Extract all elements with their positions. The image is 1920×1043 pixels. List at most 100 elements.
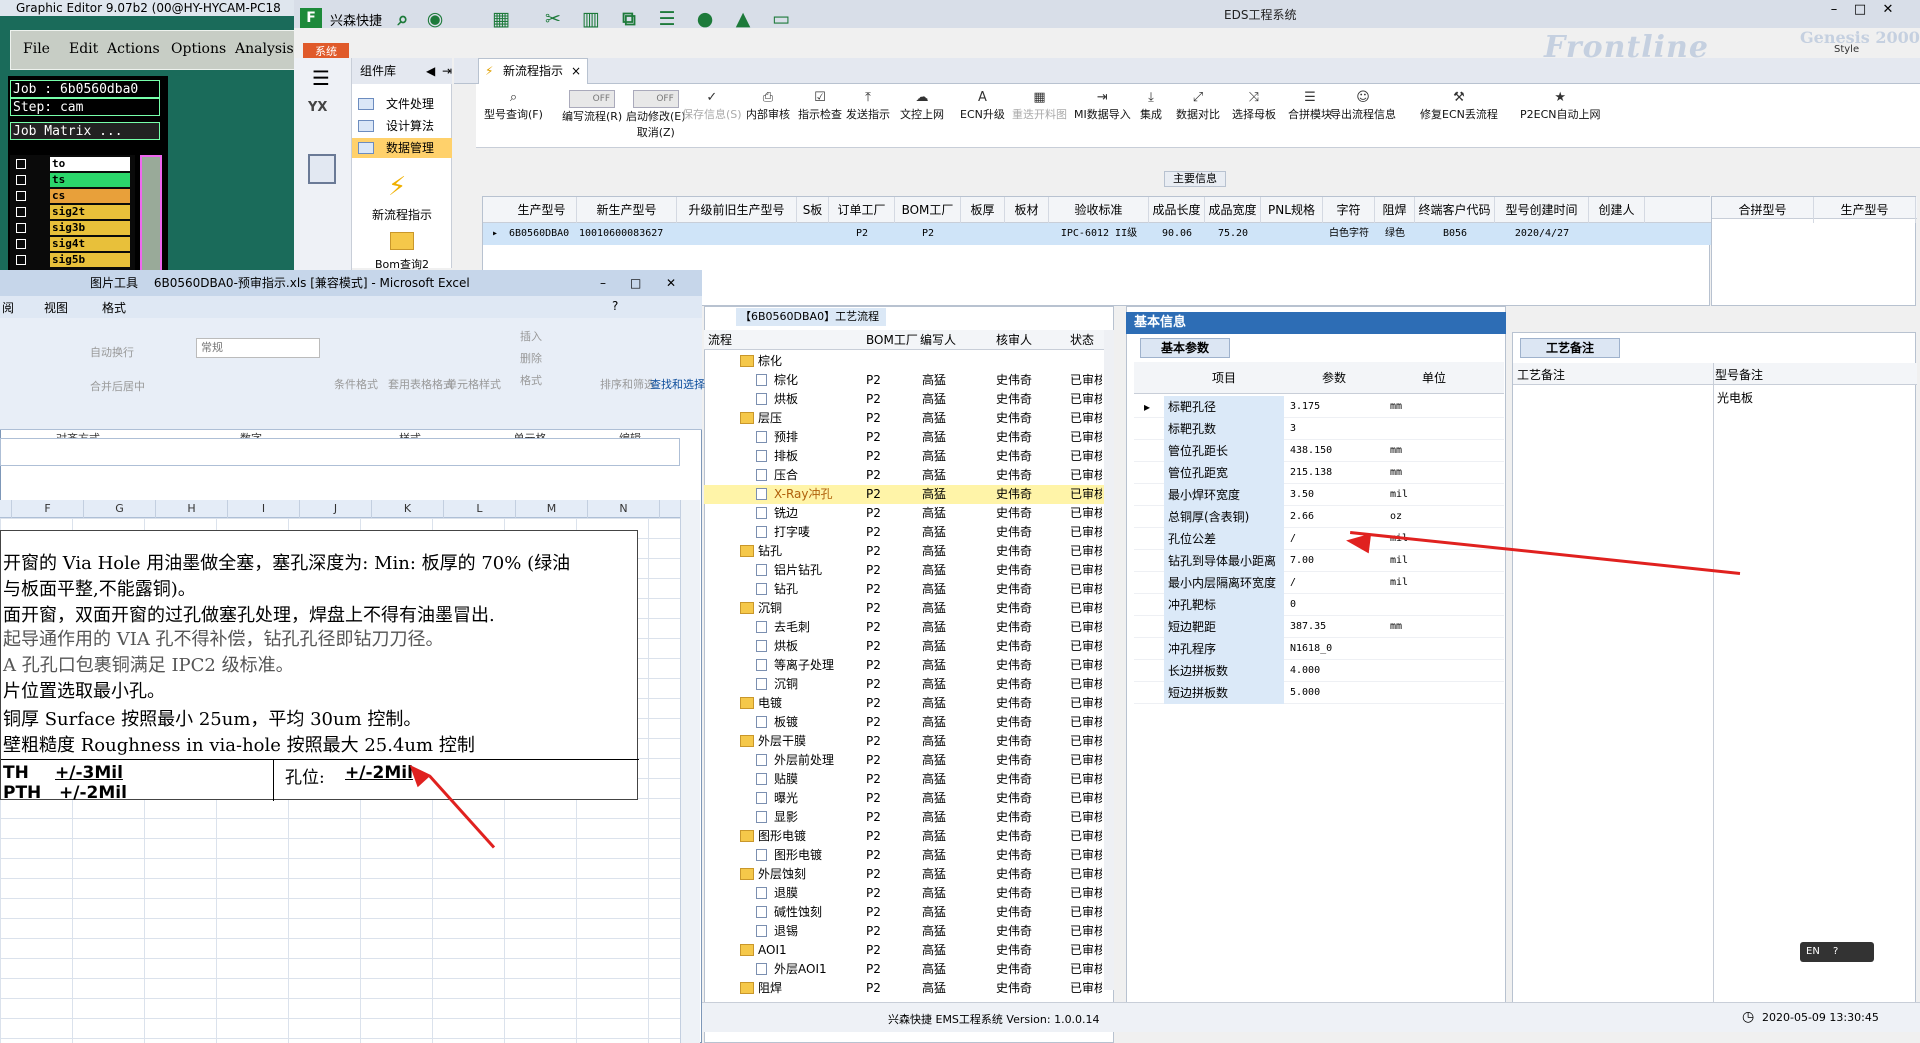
list-item[interactable]: 棕化 P2 高猛 史伟奇 已审核 xyxy=(704,371,1104,390)
ribbon-button[interactable]: ⤓ 集成 xyxy=(1140,90,1162,122)
param-value[interactable]: 438.150 xyxy=(1284,440,1382,462)
layer-row[interactable]: to xyxy=(12,157,134,172)
table-row[interactable]: 短边拼板数 5.000 xyxy=(1134,682,1504,704)
table-row[interactable]: 6B0560DBA0 10010600083627 P2 P2 IPC-6012 II级… xyxy=(483,223,1711,245)
film-icon[interactable]: ▥ xyxy=(580,8,602,30)
list-item[interactable]: 图形电镀 P2 高猛 史伟奇 已审核 xyxy=(704,846,1104,865)
list-item[interactable]: 外层AOI1 P2 高猛 史伟奇 已审核 xyxy=(704,960,1104,979)
column-header[interactable]: 成品宽度 xyxy=(1205,197,1261,223)
column-header[interactable]: J xyxy=(300,500,372,518)
table-row[interactable]: 长边拼板数 4.000 xyxy=(1134,660,1504,682)
list-item[interactable]: 退膜 P2 高猛 史伟奇 已审核 xyxy=(704,884,1104,903)
chevron-left-icon[interactable]: ◀ xyxy=(426,64,435,78)
table-cell[interactable]: P2 xyxy=(895,223,961,245)
column-header[interactable]: 终端客户代码 xyxy=(1415,197,1495,223)
table-cell[interactable] xyxy=(1005,223,1049,245)
ribbon-button[interactable]: ▦ 重迭开料图 xyxy=(1012,90,1067,122)
list-item[interactable]: 板镀 P2 高猛 史伟奇 已审核 xyxy=(704,713,1104,732)
format-button[interactable]: 格式 xyxy=(520,372,542,388)
column-header[interactable]: M xyxy=(516,500,588,518)
list-item[interactable]: 压合 P2 高猛 史伟奇 已审核 xyxy=(704,466,1104,485)
column-header[interactable]: 新生产型号 xyxy=(577,197,677,223)
menu-options[interactable]: Options xyxy=(171,41,226,57)
list-item[interactable]: 烘板 P2 高猛 史伟奇 已审核 xyxy=(704,390,1104,409)
menu-edit[interactable]: Edit xyxy=(69,41,98,57)
model-remark-value[interactable]: 光电板 xyxy=(1717,389,1753,406)
list-item[interactable]: 碱性蚀刻 P2 高猛 史伟奇 已审核 xyxy=(704,903,1104,922)
table-cell[interactable]: 90.06 xyxy=(1149,223,1205,245)
formula-bar[interactable] xyxy=(0,438,680,466)
param-value[interactable]: 3 xyxy=(1284,418,1382,440)
calculator-icon[interactable] xyxy=(308,154,336,184)
list-item[interactable]: AOI1 P2 高猛 史伟奇 已审核 xyxy=(704,941,1104,960)
column-header[interactable]: 订单工厂 xyxy=(829,197,895,223)
globe-icon[interactable]: ◉ xyxy=(424,8,446,30)
tab-basic-params[interactable]: 基本参数 xyxy=(1140,338,1230,358)
column-header[interactable]: 板厚 xyxy=(961,197,1005,223)
list-item[interactable]: 等离子处理 P2 高猛 史伟奇 已审核 xyxy=(704,656,1104,675)
menu-actions[interactable]: Actions xyxy=(107,41,160,57)
ribbon-button[interactable]: ☁ 文控上网 xyxy=(900,90,944,122)
ribbon-button[interactable]: A ECN升级 xyxy=(960,90,1005,122)
maximize-icon[interactable]: □ xyxy=(630,270,641,296)
column-header[interactable]: H xyxy=(156,500,228,518)
column-header[interactable]: 生产型号 xyxy=(507,197,577,223)
list-item[interactable]: 外层干膜 P2 高猛 史伟奇 已审核 xyxy=(704,732,1104,751)
ribbon-button[interactable]: OFF 编写流程(R) xyxy=(562,90,622,124)
table-cell[interactable] xyxy=(1589,223,1645,245)
layer-row[interactable]: cs xyxy=(12,189,134,204)
list-item[interactable]: 贴膜 P2 高猛 史伟奇 已审核 xyxy=(704,770,1104,789)
user-icon[interactable]: ● xyxy=(694,8,716,30)
column-header[interactable]: 项目 xyxy=(1164,362,1284,394)
ribbon-button[interactable]: ✓ 保存信息(S) xyxy=(682,90,742,122)
layer-row[interactable]: sig4t xyxy=(12,237,134,252)
list-item[interactable]: 预排 P2 高猛 史伟奇 已审核 xyxy=(704,428,1104,447)
column-header[interactable]: 成品长度 xyxy=(1149,197,1205,223)
delete-button[interactable]: 删除 xyxy=(520,350,542,366)
new-flow-link[interactable]: 新流程指示 xyxy=(362,206,442,223)
layer-checkbox[interactable] xyxy=(16,255,26,265)
column-header[interactable]: 阻焊 xyxy=(1375,197,1415,223)
table-cell[interactable] xyxy=(961,223,1005,245)
list-item[interactable]: 层压 P2 高猛 史伟奇 已审核 xyxy=(704,409,1104,428)
list-item[interactable]: 外层前处理 P2 高猛 史伟奇 已审核 xyxy=(704,751,1104,770)
layer-checkbox[interactable] xyxy=(16,239,26,249)
table-row[interactable]: 短边靶距 387.35 mm xyxy=(1134,616,1504,638)
table-row[interactable]: 最小焊环宽度 3.50 mil xyxy=(1134,484,1504,506)
close-icon[interactable]: ✕ xyxy=(666,270,676,296)
column-header[interactable]: 字符 xyxy=(1323,197,1375,223)
sort-filter-button[interactable]: 排序和筛选 xyxy=(600,376,655,392)
menu-file[interactable]: File xyxy=(23,41,50,57)
tab-process-remark[interactable]: 工艺备注 xyxy=(1520,338,1620,358)
column-header[interactable]: 核审人 xyxy=(996,330,1032,350)
table-cell[interactable]: 6B0560DBA0 xyxy=(507,223,577,245)
folder-icon[interactable] xyxy=(390,232,414,250)
ribbon-button[interactable]: ⚒ 修复ECN丢流程 xyxy=(1420,90,1498,122)
column-header[interactable]: 编写人 xyxy=(920,330,956,350)
column-header[interactable]: 单位 xyxy=(1384,362,1484,394)
list-item[interactable]: 铣边 P2 高猛 史伟奇 已审核 xyxy=(704,504,1104,523)
param-value[interactable]: / xyxy=(1284,572,1382,594)
list-item[interactable]: 阻焊 P2 高猛 史伟奇 已审核 xyxy=(704,979,1104,998)
column-header[interactable]: E xyxy=(0,500,12,518)
ribbon-button[interactable]: ⇥ MI数据导入 xyxy=(1074,90,1131,122)
table-row[interactable]: ▸ 标靶孔径 3.175 mm xyxy=(1134,396,1504,418)
tab-view[interactable]: 视图 xyxy=(44,299,68,316)
param-value[interactable]: 387.35 xyxy=(1284,616,1382,638)
chart-icon[interactable]: ▲ xyxy=(732,8,754,30)
embedded-note-picture[interactable]: 开窗的 Via Hole 用油墨做全塞，塞孔深度为: Min: 板厚的 70% … xyxy=(0,530,639,803)
ribbon-button[interactable]: ⌕ 型号查询(F) xyxy=(484,90,543,122)
list-item[interactable]: 沉铜 P2 高猛 史伟奇 已审核 xyxy=(704,675,1104,694)
table-cell[interactable]: IPC-6012 II级 xyxy=(1049,223,1149,245)
list-item[interactable]: 显影 P2 高猛 史伟奇 已审核 xyxy=(704,808,1104,827)
ribbon-button[interactable]: ☰ 合拼模块 xyxy=(1288,90,1332,122)
layer-checkbox[interactable] xyxy=(16,159,26,169)
tab-new-flow[interactable]: ⚡ 新流程指示 × xyxy=(478,58,588,84)
column-header[interactable]: 板材 xyxy=(1005,197,1049,223)
column-header[interactable]: N xyxy=(588,500,660,518)
nav-item-data-management[interactable]: 数据管理 xyxy=(352,138,452,158)
number-format-select[interactable]: 常规 xyxy=(196,338,320,358)
table-row[interactable]: 管位孔距长 438.150 mm xyxy=(1134,440,1504,462)
close-icon[interactable]: ✕ xyxy=(1876,2,1900,17)
layer-checkbox[interactable] xyxy=(16,191,26,201)
